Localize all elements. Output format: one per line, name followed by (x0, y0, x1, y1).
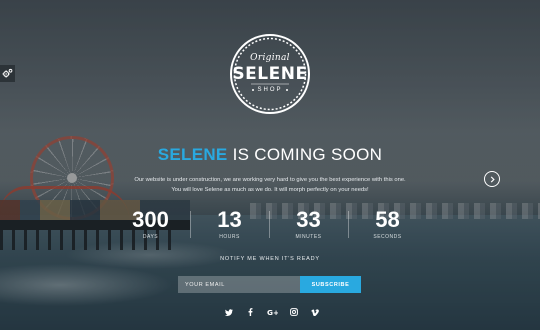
title-rest: IS COMING SOON (227, 145, 383, 164)
google-plus-link[interactable]: G+ (265, 306, 279, 318)
selene-logo: Original SELENE SHOP (229, 33, 311, 115)
twitter-icon (225, 308, 233, 316)
countdown-label: DAYS (142, 234, 159, 240)
logo-main-text: SELENE (232, 64, 308, 84)
instagram-link[interactable] (287, 306, 301, 318)
twitter-link[interactable] (222, 306, 236, 318)
vimeo-icon (311, 308, 319, 316)
logo-bottom-text: SHOP (257, 87, 283, 93)
main-content: Original SELENE SHOP SELENE IS COMING SO… (0, 0, 540, 330)
vimeo-link[interactable] (308, 306, 322, 318)
settings-toggle[interactable] (0, 65, 15, 82)
subscribe-button[interactable]: SUBSCRIBE (300, 276, 361, 293)
countdown-value: 300 (132, 207, 169, 232)
next-slide-button[interactable] (484, 171, 500, 187)
instagram-icon (289, 308, 298, 316)
logo-bottom-row: SHOP (229, 87, 311, 93)
title-accent: SELENE (157, 145, 228, 164)
description-line-2: You will love Selene as much as we do. I… (171, 187, 369, 193)
countdown-timer: 300 DAYS 13 HOURS 33 MINUTES 58 SECONDS (111, 208, 427, 244)
description-line-1: Our website is under construction, we ar… (134, 177, 406, 183)
dot-icon (285, 89, 288, 91)
gears-icon (2, 68, 13, 78)
countdown-value: 13 (217, 207, 242, 232)
dot-icon (252, 89, 255, 91)
page-title: SELENE IS COMING SOON (0, 145, 540, 165)
countdown-label: HOURS (219, 234, 240, 240)
notify-label: NOTIFY ME WHEN IT'S READY (220, 256, 320, 262)
google-plus-icon: G+ (267, 308, 278, 316)
subscribe-form: SUBSCRIBE (178, 276, 361, 293)
svg-text:G+: G+ (267, 308, 278, 316)
social-links: G+ (222, 306, 322, 318)
description: Our website is under construction, we ar… (100, 175, 440, 195)
countdown-minutes: 33 MINUTES (269, 208, 348, 244)
logo-top-text: Original (250, 53, 290, 63)
countdown-value: 58 (375, 207, 400, 232)
countdown-value: 33 (296, 207, 321, 232)
chevron-right-icon (490, 175, 495, 183)
countdown-seconds: 58 SECONDS (348, 208, 427, 244)
countdown-label: SECONDS (373, 234, 402, 240)
facebook-link[interactable] (244, 306, 258, 318)
email-field[interactable] (178, 276, 300, 293)
countdown-days: 300 DAYS (111, 208, 190, 244)
countdown-label: MINUTES (295, 234, 322, 240)
facebook-icon (248, 308, 253, 316)
countdown-hours: 13 HOURS (190, 208, 269, 244)
